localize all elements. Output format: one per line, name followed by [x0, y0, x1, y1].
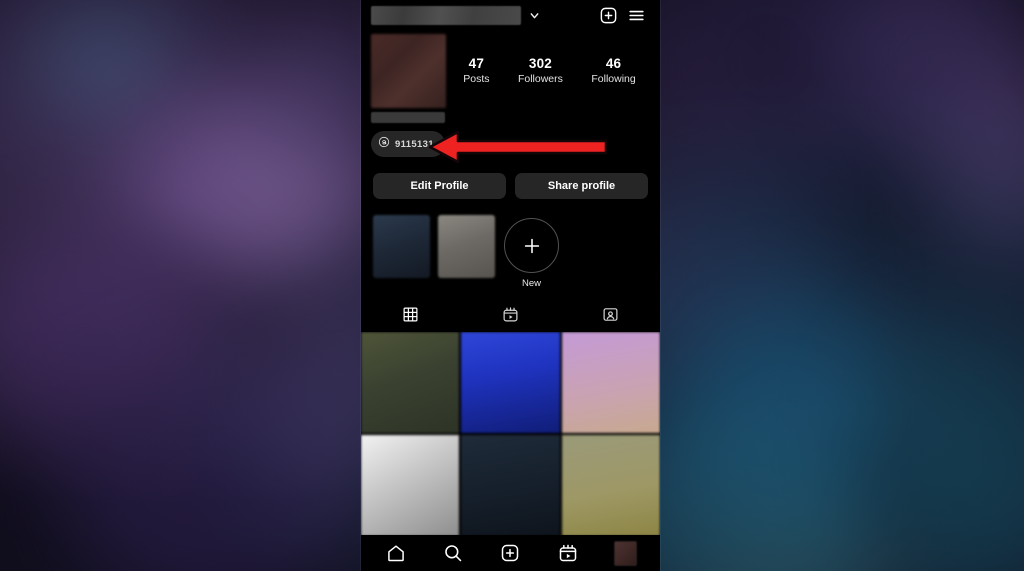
home-icon[interactable]: [378, 538, 414, 568]
bottom-navigation: [361, 535, 660, 571]
app-header: [361, 0, 660, 31]
threads-badge-row: 9115131: [361, 123, 660, 157]
story-highlights: New: [361, 199, 660, 289]
stat-following-value: 46: [605, 56, 622, 71]
phone-screen: 47 Posts 302 Followers 46 Following 9115…: [361, 0, 660, 571]
post-thumbnail[interactable]: [461, 435, 560, 536]
highlight-item-2[interactable]: [438, 215, 495, 278]
post-thumbnail[interactable]: [561, 435, 660, 536]
stat-followers-value: 302: [528, 56, 552, 71]
create-plus-square-icon[interactable]: [492, 538, 528, 568]
stat-followers[interactable]: 302 Followers: [518, 56, 563, 85]
threads-badge[interactable]: 9115131: [371, 131, 445, 157]
profile-tabs: [361, 289, 660, 332]
screenshot-root: 47 Posts 302 Followers 46 Following 9115…: [0, 0, 1024, 571]
chevron-down-icon[interactable]: [525, 9, 543, 22]
stat-posts-label: Posts: [463, 72, 490, 85]
search-icon[interactable]: [435, 538, 471, 568]
stat-posts-value: 47: [468, 56, 485, 71]
threads-badge-value: 9115131: [395, 138, 434, 150]
instagram-profile-screen: 47 Posts 302 Followers 46 Following 9115…: [361, 0, 660, 571]
display-name-redacted: [371, 112, 445, 123]
stat-following[interactable]: 46 Following: [591, 56, 635, 85]
tab-grid[interactable]: [361, 303, 461, 325]
stat-posts[interactable]: 47 Posts: [463, 56, 489, 85]
threads-logo-icon: [378, 135, 390, 153]
profile-summary: 47 Posts 302 Followers 46 Following: [361, 31, 660, 123]
post-thumbnail[interactable]: [361, 435, 460, 536]
stat-following-label: Following: [591, 72, 636, 85]
post-thumbnail[interactable]: [561, 332, 660, 433]
new-highlight-button[interactable]: New: [503, 215, 560, 289]
tab-tagged[interactable]: [560, 303, 660, 325]
plus-square-icon[interactable]: [594, 2, 622, 30]
profile-stats: 47 Posts 302 Followers 46 Following: [449, 34, 650, 123]
highlight-item-1[interactable]: [373, 215, 430, 278]
stat-followers-label: Followers: [517, 72, 563, 85]
highlight-thumbnail: [438, 215, 495, 278]
reels-icon[interactable]: [550, 538, 586, 568]
highlight-thumbnail: [373, 215, 430, 278]
username-redacted[interactable]: [371, 6, 521, 25]
avatar[interactable]: [371, 34, 446, 108]
plus-icon: [504, 218, 559, 273]
profile-avatar-nav[interactable]: [607, 538, 643, 568]
share-profile-button[interactable]: Share profile: [515, 173, 648, 199]
post-thumbnail[interactable]: [361, 332, 460, 433]
hamburger-menu-icon[interactable]: [622, 2, 650, 30]
edit-profile-button[interactable]: Edit Profile: [373, 173, 506, 199]
post-thumbnail[interactable]: [461, 332, 560, 433]
tab-reels[interactable]: [461, 303, 561, 325]
avatar-thumbnail: [613, 540, 637, 566]
profile-actions: Edit Profile Share profile: [361, 157, 660, 199]
new-highlight-label: New: [521, 278, 541, 289]
